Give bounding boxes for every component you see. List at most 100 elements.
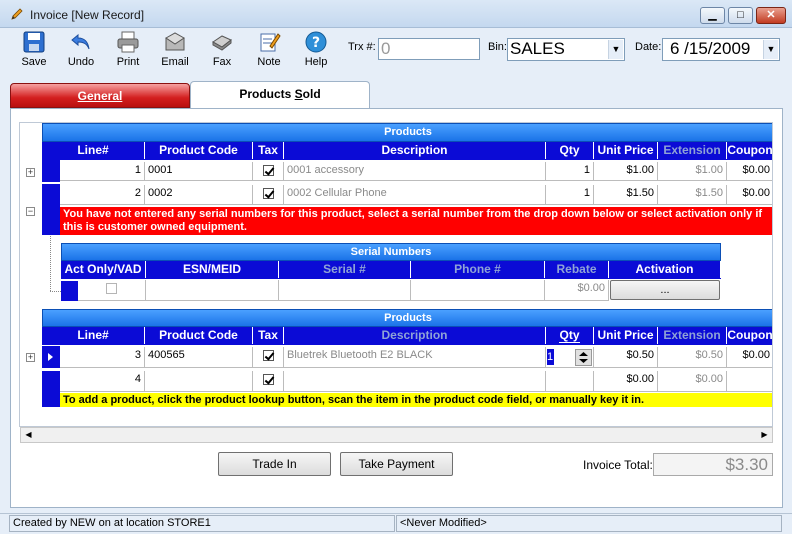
trx-label: Trx #: bbox=[348, 41, 376, 53]
date-picker[interactable]: 6 /15/2009 ▼ bbox=[662, 38, 780, 61]
cell-extension: $1.50 bbox=[658, 185, 727, 205]
cell-esn-meid[interactable] bbox=[146, 280, 279, 301]
cell-qty[interactable]: 1 bbox=[546, 185, 594, 205]
row-selector[interactable] bbox=[42, 371, 60, 407]
cell-description: 0001 accessory bbox=[284, 162, 546, 181]
table-row[interactable]: 3 400565 Bluetrek Bluetooth E2 BLACK 1 $… bbox=[60, 346, 772, 369]
help-icon: ? bbox=[305, 31, 327, 53]
email-icon bbox=[165, 32, 185, 51]
cell-qty[interactable]: 1 bbox=[546, 347, 594, 368]
cell-description: 0002 Cellular Phone bbox=[284, 185, 546, 205]
activation-button[interactable]: ... bbox=[610, 280, 720, 300]
tax-checkbox[interactable] bbox=[262, 373, 274, 385]
close-button[interactable]: ✕ bbox=[756, 7, 786, 24]
tab-products-sold[interactable]: Products Sold bbox=[190, 81, 370, 109]
cell-qty[interactable]: 1 bbox=[546, 162, 594, 181]
title-bar: Invoice [New Record] ▁ □ ✕ bbox=[0, 0, 792, 28]
cell-unit-price[interactable]: $0.50 bbox=[594, 347, 658, 368]
cell-tax[interactable] bbox=[253, 347, 284, 368]
tree-line bbox=[50, 291, 61, 292]
col-qty: Qty bbox=[546, 327, 594, 344]
stepper-arrows-icon[interactable] bbox=[576, 350, 591, 365]
col-coupon: Coupon bbox=[727, 142, 773, 159]
cell-coupon[interactable]: $0.00 bbox=[727, 162, 772, 181]
invoice-total-field: $3.30 bbox=[653, 453, 773, 476]
cell-product-code[interactable] bbox=[145, 371, 253, 392]
tax-checkbox[interactable] bbox=[262, 187, 274, 199]
maximize-button[interactable]: □ bbox=[728, 7, 753, 24]
help-button[interactable]: ? Help bbox=[296, 30, 336, 74]
row-selector[interactable] bbox=[42, 346, 60, 368]
cell-product-code[interactable]: 0002 bbox=[145, 185, 253, 205]
bin-select[interactable]: SALES ▼ bbox=[507, 38, 625, 61]
row-selector[interactable] bbox=[42, 184, 60, 235]
products-column-headers: Line# Product Code Tax Description Qty U… bbox=[42, 142, 773, 160]
col-product-code: Product Code bbox=[145, 142, 253, 159]
cell-act-only[interactable] bbox=[78, 280, 146, 301]
chevron-down-icon[interactable]: ▼ bbox=[763, 40, 778, 59]
serial-row[interactable]: $0.00 ... bbox=[78, 279, 721, 301]
expand-row-icon[interactable]: + bbox=[26, 168, 35, 177]
col-qty: Qty bbox=[546, 142, 594, 159]
qty-value[interactable]: 1 bbox=[547, 349, 554, 365]
cell-unit-price[interactable]: $1.50 bbox=[594, 185, 658, 205]
save-button[interactable]: Save bbox=[14, 30, 54, 74]
cell-extension: $0.50 bbox=[658, 347, 727, 368]
cell-line: 2 bbox=[60, 185, 145, 205]
col-unit-price: Unit Price bbox=[594, 142, 658, 159]
cell-product-code[interactable]: 0001 bbox=[145, 162, 253, 181]
cell-tax[interactable] bbox=[253, 185, 284, 205]
col-extension: Extension bbox=[658, 327, 727, 344]
undo-button[interactable]: Undo bbox=[61, 30, 101, 74]
chevron-down-icon[interactable]: ▼ bbox=[608, 40, 623, 59]
trade-in-button[interactable]: Trade In bbox=[218, 452, 331, 476]
cell-unit-price[interactable]: $0.00 bbox=[594, 371, 658, 392]
cell-phone[interactable] bbox=[411, 280, 545, 301]
email-button[interactable]: Email bbox=[155, 30, 195, 74]
col-esn-meid: ESN/MEID bbox=[146, 261, 279, 278]
act-only-checkbox[interactable] bbox=[106, 282, 117, 294]
cell-description[interactable] bbox=[284, 371, 546, 392]
col-description: Description bbox=[284, 142, 546, 159]
fax-button[interactable]: Fax bbox=[202, 30, 242, 74]
row-selector[interactable] bbox=[42, 160, 60, 182]
table-row[interactable]: 1 0001 0001 accessory 1 $1.00 $1.00 $0.0… bbox=[60, 160, 772, 182]
cell-tax[interactable] bbox=[253, 371, 284, 392]
collapse-row-icon[interactable]: − bbox=[26, 207, 35, 216]
tax-checkbox[interactable] bbox=[262, 349, 274, 361]
cell-description: Bluetrek Bluetooth E2 BLACK bbox=[284, 347, 546, 368]
tax-checkbox[interactable] bbox=[262, 164, 274, 176]
cell-serial[interactable] bbox=[279, 280, 411, 301]
cell-extension: $1.00 bbox=[658, 162, 727, 181]
cell-coupon[interactable]: $0.00 bbox=[727, 347, 772, 368]
col-tax: Tax bbox=[253, 142, 284, 159]
scroll-left-icon[interactable]: ◀ bbox=[21, 428, 36, 442]
cell-line: 3 bbox=[60, 347, 145, 368]
trx-number-field[interactable]: 0 bbox=[378, 38, 480, 60]
table-row[interactable]: 2 0002 0002 Cellular Phone 1 $1.50 $1.50… bbox=[60, 185, 772, 205]
minimize-button[interactable]: ▁ bbox=[700, 7, 725, 24]
col-coupon: Coupon bbox=[727, 327, 773, 344]
expand-row-icon[interactable]: + bbox=[26, 353, 35, 362]
qty-stepper[interactable] bbox=[575, 349, 592, 366]
col-act-only-vad: Act Only/VAD bbox=[61, 261, 146, 278]
bin-value: SALES bbox=[510, 39, 565, 58]
cell-tax[interactable] bbox=[253, 162, 284, 181]
note-icon bbox=[260, 33, 281, 52]
cell-coupon[interactable] bbox=[727, 371, 772, 392]
bin-label: Bin: bbox=[488, 41, 507, 53]
print-button[interactable]: Print bbox=[108, 30, 148, 74]
cell-coupon[interactable]: $0.00 bbox=[727, 185, 772, 205]
status-bar: Created by NEW on at location STORE1 <Ne… bbox=[0, 513, 792, 534]
cell-unit-price[interactable]: $1.00 bbox=[594, 162, 658, 181]
note-button[interactable]: Note bbox=[249, 30, 289, 74]
cell-qty[interactable] bbox=[546, 371, 594, 392]
printer-icon bbox=[117, 31, 139, 53]
cell-product-code[interactable]: 400565 bbox=[145, 347, 253, 368]
table-row[interactable]: 4 $0.00 $0.00 bbox=[60, 371, 772, 392]
row-selector[interactable] bbox=[61, 281, 78, 301]
take-payment-button[interactable]: Take Payment bbox=[340, 452, 453, 476]
scroll-right-icon[interactable]: ▶ bbox=[757, 428, 772, 442]
tab-general[interactable]: General bbox=[10, 83, 190, 108]
horizontal-scrollbar[interactable]: ◀ ▶ bbox=[20, 427, 773, 443]
